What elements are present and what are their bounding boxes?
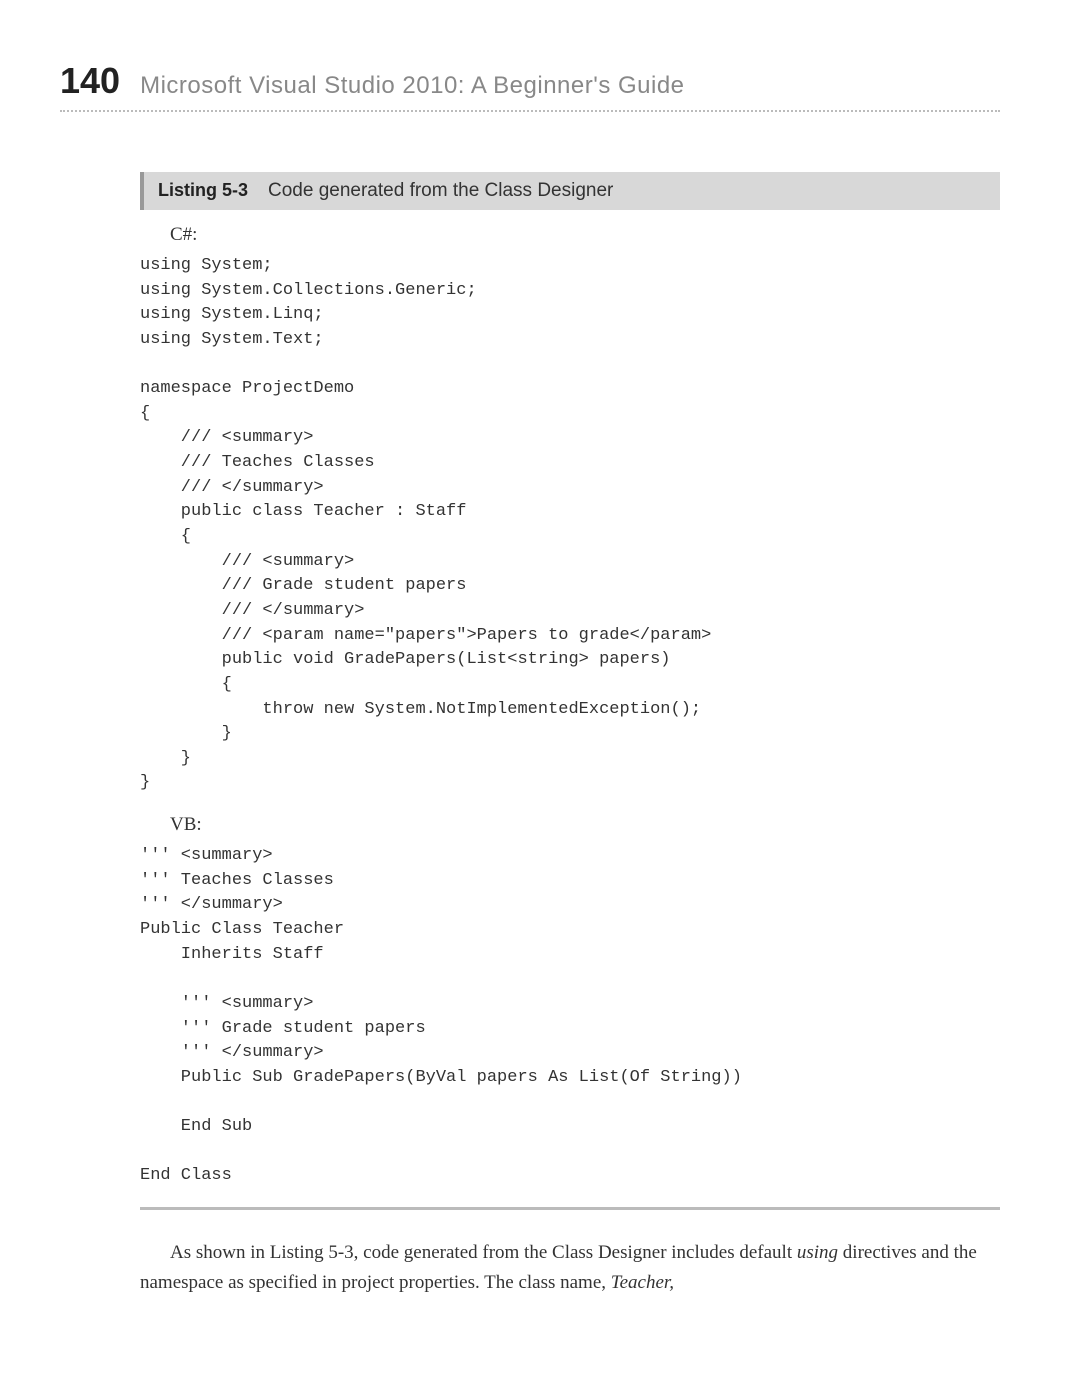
vb-label: VB: <box>170 814 1000 836</box>
book-title: Microsoft Visual Studio 2010: A Beginner… <box>140 72 684 100</box>
body-text-1: As shown in Listing 5-3, code generated … <box>170 1242 797 1263</box>
header-underline <box>60 110 1000 112</box>
using-italic: using <box>797 1242 838 1263</box>
body-paragraph: As shown in Listing 5-3, code generated … <box>140 1238 1000 1297</box>
listing-label: Listing 5-3 <box>158 180 248 201</box>
listing-header: Listing 5-3 Code generated from the Clas… <box>140 172 1000 210</box>
page-header: 140 Microsoft Visual Studio 2010: A Begi… <box>60 60 1000 102</box>
vb-code: ''' <summary> ''' Teaches Classes ''' </… <box>140 844 1000 1189</box>
section-divider <box>140 1207 1000 1210</box>
teacher-italic: Teacher, <box>611 1272 674 1293</box>
page-content: Listing 5-3 Code generated from the Clas… <box>140 172 1000 1297</box>
csharp-code: using System; using System.Collections.G… <box>140 254 1000 796</box>
page-number: 140 <box>60 60 120 102</box>
csharp-label: C#: <box>170 224 1000 246</box>
listing-title: Code generated from the Class Designer <box>268 180 613 202</box>
